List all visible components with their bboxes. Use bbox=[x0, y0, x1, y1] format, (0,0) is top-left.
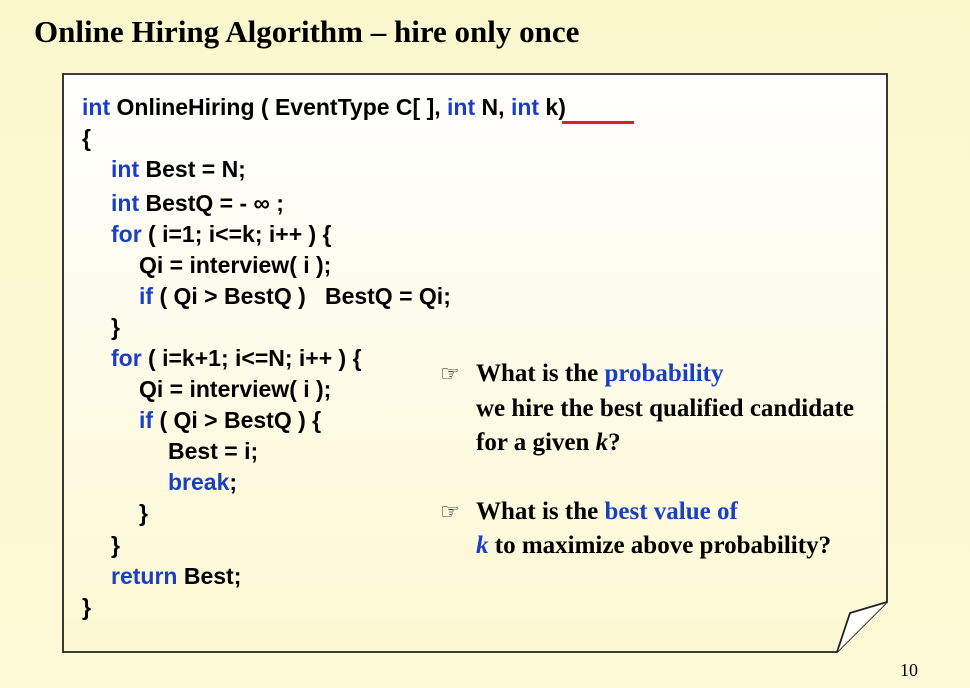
param-k-underline bbox=[562, 121, 634, 124]
question-highlight: probability bbox=[604, 360, 724, 387]
keyword-int: int bbox=[510, 94, 540, 120]
code-line: break; bbox=[168, 468, 237, 496]
code-line: for ( i=k+1; i<=N; i++ ) { bbox=[111, 344, 362, 372]
keyword-int: int bbox=[447, 94, 476, 120]
question-text: What is the bbox=[476, 497, 605, 525]
variable-k: k bbox=[476, 532, 489, 559]
param-n: N, bbox=[475, 94, 511, 120]
keyword-int: int bbox=[82, 94, 111, 120]
code-line: Best = i; bbox=[168, 438, 259, 464]
signature-name: OnlineHiring ( EventType C[ ], bbox=[110, 94, 448, 120]
pointing-hand-icon: ☞ bbox=[440, 498, 460, 524]
code-text: ( Qi > BestQ ) { bbox=[153, 407, 322, 433]
question-highlight: best value of bbox=[604, 497, 738, 525]
keyword: int bbox=[111, 190, 140, 216]
code-line: if ( Qi > BestQ ) BestQ = Qi; bbox=[139, 282, 451, 310]
keyword: return bbox=[111, 563, 178, 589]
question-text: ? bbox=[608, 429, 621, 456]
code-line: return Best; bbox=[111, 562, 241, 590]
question-best-k: ☞ What is the best value of k to maximiz… bbox=[440, 495, 870, 564]
code-line: Qi = interview( i ); bbox=[139, 376, 332, 402]
keyword: if bbox=[139, 283, 154, 309]
keyword: if bbox=[139, 407, 154, 433]
code-line: } bbox=[111, 532, 120, 558]
keyword: break bbox=[168, 469, 230, 495]
code-line: for ( i=1; i<=k; i++ ) { bbox=[111, 220, 332, 248]
function-signature: int OnlineHiring ( EventType C[ ], int N… bbox=[82, 93, 566, 121]
code-open-brace: { bbox=[82, 125, 91, 151]
code-text: Best; bbox=[177, 563, 242, 589]
question-text: What is the bbox=[476, 360, 605, 387]
pointing-hand-icon: ☞ bbox=[440, 361, 460, 386]
code-text: Best = N; bbox=[139, 156, 246, 182]
keyword: for bbox=[111, 345, 142, 371]
code-line: if ( Qi > BestQ ) { bbox=[139, 406, 321, 434]
code-text: BestQ = - ∞ ; bbox=[139, 190, 284, 216]
question-probability: ☞ What is the probability we hire the be… bbox=[440, 357, 870, 461]
code-text: ; bbox=[229, 469, 238, 495]
question-text: we hire the best qualified candidate for… bbox=[476, 394, 855, 457]
code-block: int OnlineHiring ( EventType C[ ], int N… bbox=[62, 73, 634, 667]
code-line: } bbox=[139, 500, 148, 526]
page-number: 10 bbox=[900, 660, 918, 680]
code-text: ( Qi > BestQ ) BestQ = Qi; bbox=[153, 283, 451, 309]
question-text: to maximize above probability? bbox=[488, 532, 832, 559]
code-line: } bbox=[111, 314, 120, 340]
questions-panel: ☞ What is the probability we hire the be… bbox=[440, 357, 870, 564]
code-text: ( i=1; i<=k; i++ ) { bbox=[141, 221, 332, 247]
code-line: int Best = N; bbox=[111, 155, 246, 183]
code-line: int BestQ = - ∞ ; bbox=[111, 189, 284, 217]
keyword: for bbox=[111, 221, 142, 247]
code-close-brace: } bbox=[82, 594, 91, 620]
slide-title: Online Hiring Algorithm – hire only once bbox=[34, 14, 580, 49]
param-k: k) bbox=[539, 94, 566, 120]
code-text: ( i=k+1; i<=N; i++ ) { bbox=[141, 345, 362, 371]
variable-k: k bbox=[595, 429, 609, 456]
keyword: int bbox=[111, 156, 140, 182]
code-line: Qi = interview( i ); bbox=[139, 252, 332, 278]
note-card: int OnlineHiring ( EventType C[ ], int N… bbox=[62, 73, 888, 653]
